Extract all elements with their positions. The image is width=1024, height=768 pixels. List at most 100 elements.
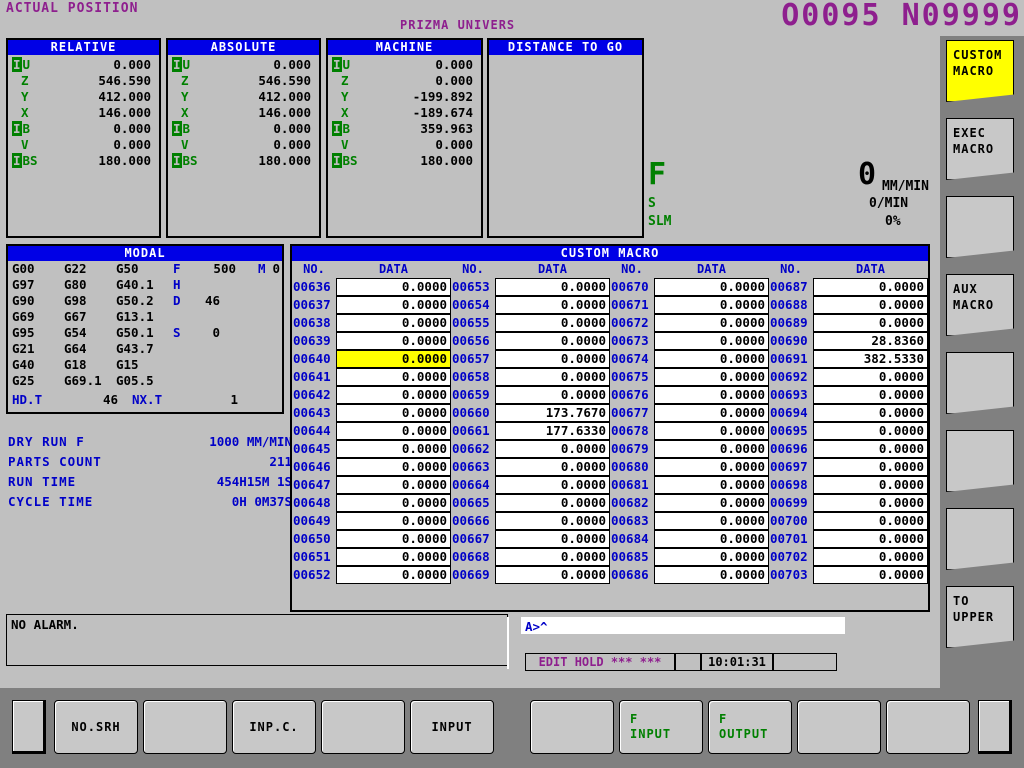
macro-variable-value[interactable]: 0.0000 [495,350,610,368]
macro-variable-value[interactable]: 0.0000 [336,476,451,494]
macro-variable-value[interactable]: 0.0000 [495,458,610,476]
macro-variable-value[interactable]: 0.0000 [813,404,928,422]
macro-variable-value[interactable]: 0.0000 [813,296,928,314]
macro-variable-value[interactable]: 0.0000 [495,548,610,566]
macro-variable-value[interactable]: 0.0000 [336,440,451,458]
macro-variable-value[interactable]: 0.0000 [813,458,928,476]
macro-variable-value[interactable]: 0.0000 [336,350,451,368]
macro-variable-value[interactable]: 0.0000 [654,350,769,368]
softkey-bottom-blank-10[interactable] [797,700,881,754]
modal-value-label: H [173,277,181,292]
macro-variable-value[interactable]: 0.0000 [336,530,451,548]
macro-variable-value[interactable]: 0.0000 [654,278,769,296]
softkey-bottom-blank-3[interactable] [143,700,227,754]
macro-variable-value[interactable]: 0.0000 [654,566,769,584]
macro-variable-value[interactable]: 0.0000 [495,314,610,332]
macro-col-header-data: DATA [813,261,928,278]
table-row: 006430.000000660173.7670006770.000000694… [292,404,928,422]
macro-variable-value[interactable]: 0.0000 [654,332,769,350]
table-row: 006400.0000006570.0000006740.00000069138… [292,350,928,368]
softkey-bottom-blank-7[interactable] [530,700,614,754]
softkey-bottom-blank-12[interactable] [978,700,1012,754]
macro-variable-value[interactable]: 0.0000 [654,386,769,404]
macro-variable-value[interactable]: 0.0000 [336,278,451,296]
softkey-no-srh[interactable]: NO.SRH [54,700,138,754]
macro-variable-value[interactable]: 0.0000 [654,404,769,422]
macro-variable-value[interactable]: 0.0000 [654,314,769,332]
softkey-right-blank-3[interactable] [946,196,1014,258]
softkey-bottom-blank-11[interactable] [886,700,970,754]
softkey-exec-macro[interactable]: EXECMACRO [946,118,1014,180]
macro-variable-value[interactable]: 0.0000 [654,512,769,530]
softkey-bottom-blank-5[interactable] [321,700,405,754]
softkey-custom-macro[interactable]: CUSTOMMACRO [946,40,1014,102]
macro-variable-value[interactable]: 0.0000 [813,566,928,584]
macro-variable-value[interactable]: 0.0000 [654,458,769,476]
macro-variable-value[interactable]: 173.7670 [495,404,610,422]
macro-variable-value[interactable]: 0.0000 [495,368,610,386]
macro-variable-value[interactable]: 0.0000 [336,494,451,512]
softkey-right-blank-7[interactable] [946,508,1014,570]
macro-variable-number: 00659 [451,386,495,404]
macro-variable-value[interactable]: 0.0000 [336,368,451,386]
macro-variable-value[interactable]: 0.0000 [813,548,928,566]
macro-variable-value[interactable]: 0.0000 [813,512,928,530]
macro-variable-value[interactable]: 177.6330 [495,422,610,440]
macro-variable-value[interactable]: 0.0000 [495,566,610,584]
macro-variable-value[interactable]: 0.0000 [813,476,928,494]
macro-variable-value[interactable]: 0.0000 [813,440,928,458]
macro-variable-value[interactable]: 0.0000 [495,332,610,350]
macro-variable-value[interactable]: 0.0000 [654,494,769,512]
macro-variable-value[interactable]: 0.0000 [654,530,769,548]
macro-variable-value[interactable]: 0.0000 [813,278,928,296]
macro-variable-value[interactable]: 0.0000 [336,548,451,566]
macro-variable-value[interactable]: 28.8360 [813,332,928,350]
macro-variable-value[interactable]: 0.0000 [336,296,451,314]
macro-variable-number: 00676 [610,386,654,404]
macro-variable-value[interactable]: 0.0000 [654,422,769,440]
macro-variable-value[interactable]: 0.0000 [654,548,769,566]
table-row: 006390.0000006560.0000006730.00000069028… [292,332,928,350]
softkey-f-input[interactable]: F INPUT [619,700,703,754]
macro-variable-value[interactable]: 0.0000 [336,404,451,422]
macro-variable-value[interactable]: 0.0000 [813,494,928,512]
macro-variable-value[interactable]: 0.0000 [654,440,769,458]
macro-variable-value[interactable]: 0.0000 [336,332,451,350]
macro-variable-value[interactable]: 0.0000 [495,296,610,314]
macro-variable-value[interactable]: 0.0000 [654,368,769,386]
macro-variable-value[interactable]: 382.5330 [813,350,928,368]
modal-row: G69G67G13.1 [8,309,282,325]
macro-variable-value[interactable]: 0.0000 [813,368,928,386]
softkey-bottom-blank-1[interactable] [12,700,46,754]
macro-variable-value[interactable]: 0.0000 [813,386,928,404]
macro-variable-value[interactable]: 0.0000 [495,386,610,404]
macro-variable-value[interactable]: 0.0000 [495,278,610,296]
softkey-right-blank-6[interactable] [946,430,1014,492]
macro-variable-value[interactable]: 0.0000 [813,422,928,440]
macro-variable-value[interactable]: 0.0000 [336,422,451,440]
macro-variable-value[interactable]: 0.0000 [654,296,769,314]
softkey-inp-c[interactable]: INP.C. [232,700,316,754]
macro-variable-value[interactable]: 0.0000 [336,566,451,584]
macro-variable-value[interactable]: 0.0000 [495,440,610,458]
macro-variable-value[interactable]: 0.0000 [495,512,610,530]
axis-value: 0.000 [435,137,473,153]
softkey-f-output[interactable]: F OUTPUT [708,700,792,754]
macro-variable-value[interactable]: 0.0000 [654,476,769,494]
macro-variable-value[interactable]: 0.0000 [813,530,928,548]
macro-variable-value[interactable]: 0.0000 [336,386,451,404]
macro-variable-value[interactable]: 0.0000 [813,314,928,332]
command-input[interactable]: A>^ [521,617,845,634]
macro-variable-value[interactable]: 0.0000 [495,494,610,512]
position-panel-title: RELATIVE [8,40,159,55]
softkey-aux-macro[interactable]: AUXMACRO [946,274,1014,336]
macro-variable-value[interactable]: 0.0000 [495,476,610,494]
macro-variable-value[interactable]: 0.0000 [336,458,451,476]
softkey-to-upper[interactable]: TOUPPER [946,586,1014,648]
softkey-input[interactable]: INPUT [410,700,494,754]
macro-variable-value[interactable]: 0.0000 [336,314,451,332]
macro-variable-value[interactable]: 0.0000 [336,512,451,530]
custom-macro-panel: CUSTOM MACRO NO.DATANO.DATANO.DATANO.DAT… [290,244,930,612]
macro-variable-value[interactable]: 0.0000 [495,530,610,548]
softkey-right-blank-5[interactable] [946,352,1014,414]
